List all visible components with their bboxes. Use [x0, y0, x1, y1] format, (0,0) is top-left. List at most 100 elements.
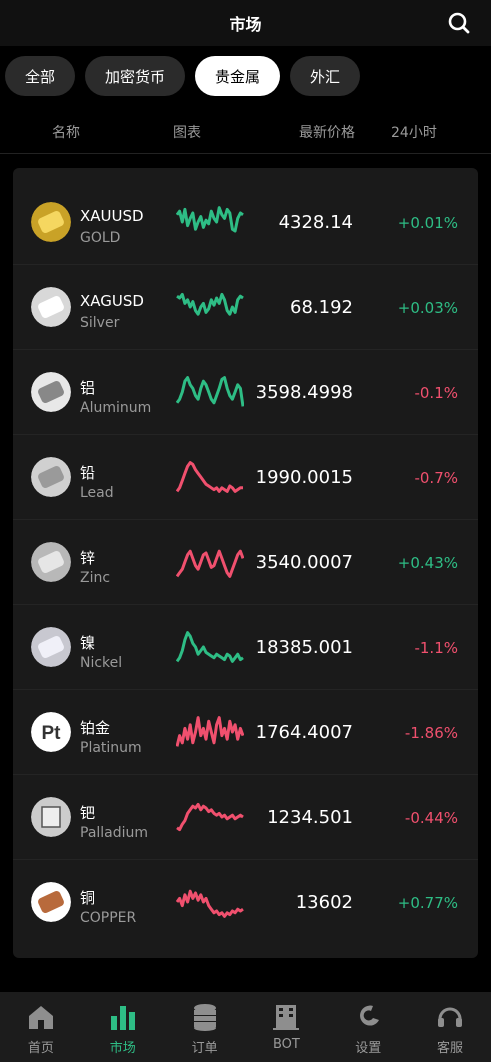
asset-symbol: 铅 — [80, 464, 96, 482]
bot-building-icon — [273, 1005, 300, 1030]
nav-market[interactable]: 市场 — [82, 992, 164, 1062]
sparkline-chart — [176, 889, 244, 918]
nav-support[interactable]: 客服 — [409, 992, 491, 1062]
market-bars-icon — [110, 1006, 135, 1030]
asset-name: GOLD — [80, 230, 121, 246]
market-row[interactable]: 铝 Aluminum 3598.4998 -0.1% — [13, 350, 478, 435]
change-24h: +0.43% — [397, 554, 458, 572]
sparkline-path — [176, 549, 244, 578]
settings-icon — [360, 1005, 380, 1026]
platinum-pt-icon: Pt — [31, 712, 71, 752]
sparkline-path — [176, 461, 243, 493]
sparkline-path — [176, 206, 244, 233]
asset-symbol: 钯 — [80, 804, 96, 822]
last-price: 3598.4998 — [255, 382, 353, 403]
sparkline-chart — [176, 802, 244, 832]
market-row[interactable]: Pt 铂金 Platinum 1764.4007 -1.86% — [13, 690, 478, 775]
tab-precious-metals[interactable]: 贵金属 — [195, 56, 281, 96]
asset-name: Silver — [80, 315, 120, 331]
bottom-nav: 首页 市场 订单 BOT 设置 客服 — [0, 992, 491, 1062]
change-24h: -0.44% — [404, 809, 458, 827]
asset-name: Zinc — [80, 570, 111, 586]
change-24h: -1.1% — [414, 639, 458, 657]
silver-bar-icon — [31, 287, 71, 327]
nav-home-label: 首页 — [27, 1041, 54, 1056]
asset-name: Lead — [80, 485, 114, 501]
tab-all[interactable]: 全部 — [5, 56, 76, 96]
asset-name: Aluminum — [80, 400, 152, 416]
column-headers: 名称 图表 最新价格 24小时 — [0, 110, 491, 154]
nav-market-label: 市场 — [109, 1041, 136, 1056]
market-list: XAUUSD GOLD 4328.14 +0.01% XAGUSD Silver 68.19… — [13, 168, 478, 958]
market-row[interactable]: 钯 Palladium 1234.501 -0.44% — [13, 775, 478, 860]
change-24h: -1.86% — [404, 724, 458, 742]
nav-settings[interactable]: 设置 — [327, 992, 409, 1062]
nav-bot-label: BOT — [272, 1037, 300, 1052]
tab-crypto[interactable]: 加密货币 — [85, 56, 186, 96]
change-24h: -0.1% — [414, 384, 458, 402]
nickel-icon — [31, 627, 71, 667]
last-price: 1764.4007 — [255, 722, 353, 743]
last-price: 1234.501 — [267, 807, 353, 828]
top-bar: 市场 — [0, 0, 491, 46]
support-headset-icon — [438, 1007, 463, 1027]
sparkline-chart — [176, 716, 244, 747]
nav-support-label: 客服 — [437, 1041, 464, 1056]
sparkline-chart — [176, 549, 244, 578]
asset-symbol: 锌 — [80, 549, 96, 567]
nav-settings-label: 设置 — [355, 1041, 382, 1056]
nav-orders-label: 订单 — [191, 1041, 218, 1056]
nav-home[interactable]: 首页 — [0, 992, 82, 1062]
column-change: 24小时 — [391, 125, 437, 141]
category-tabs: 全部 加密货币 贵金属 外汇 — [0, 56, 491, 98]
sparkline-chart — [176, 461, 243, 493]
page-title: 市场 — [229, 15, 262, 34]
change-24h: -0.7% — [414, 469, 458, 487]
last-price: 3540.0007 — [255, 552, 353, 573]
aluminum-icon — [31, 372, 71, 412]
sparkline-chart — [176, 206, 244, 233]
sparkline-chart — [176, 292, 244, 316]
market-row[interactable]: XAGUSD Silver 68.192 +0.03% — [13, 265, 478, 350]
asset-symbol: 铜 — [80, 889, 96, 907]
gold-bar-icon — [31, 202, 71, 242]
sparkline-chart — [176, 631, 244, 663]
sparkline-path — [176, 889, 244, 918]
asset-symbol: 铂金 — [80, 719, 111, 737]
market-row[interactable]: XAUUSD GOLD 4328.14 +0.01% — [13, 180, 478, 265]
search-button[interactable] — [447, 11, 471, 35]
market-row[interactable]: 铜 COPPER 13602 +0.77% — [13, 860, 478, 945]
sparkline-path — [176, 376, 244, 407]
asset-name: Platinum — [80, 740, 142, 756]
market-row[interactable]: 锌 Zinc 3540.0007 +0.43% — [13, 520, 478, 605]
last-price: 4328.14 — [278, 212, 353, 233]
asset-name: COPPER — [80, 910, 137, 926]
asset-symbol: XAUUSD — [80, 207, 144, 225]
sparkline-path — [176, 802, 244, 832]
sparkline-path — [176, 716, 244, 747]
sparkline-chart — [176, 376, 244, 407]
nav-bot[interactable]: BOT — [245, 992, 327, 1062]
palladium-icon — [31, 797, 71, 837]
asset-symbol: XAGUSD — [80, 292, 144, 310]
asset-symbol: 镍 — [80, 634, 96, 652]
search-icon — [448, 12, 470, 34]
change-24h: +0.77% — [397, 894, 458, 912]
zinc-icon — [31, 542, 71, 582]
tab-forex[interactable]: 外汇 — [290, 56, 361, 96]
home-icon — [28, 1006, 53, 1029]
last-price: 13602 — [295, 892, 353, 913]
market-row[interactable]: 镍 Nickel 18385.001 -1.1% — [13, 605, 478, 690]
nav-orders[interactable]: 订单 — [164, 992, 246, 1062]
market-row[interactable]: 铅 Lead 1990.0015 -0.7% — [13, 435, 478, 520]
asset-name: Nickel — [80, 655, 123, 671]
change-24h: +0.03% — [397, 299, 458, 317]
column-price: 最新价格 — [299, 125, 355, 141]
asset-name: Palladium — [80, 825, 149, 841]
coins-stack-icon — [193, 1004, 216, 1031]
column-name: 名称 — [52, 125, 80, 141]
last-price: 18385.001 — [255, 637, 353, 658]
change-24h: +0.01% — [397, 214, 458, 232]
copper-icon — [31, 882, 71, 922]
column-chart: 图表 — [173, 125, 201, 141]
